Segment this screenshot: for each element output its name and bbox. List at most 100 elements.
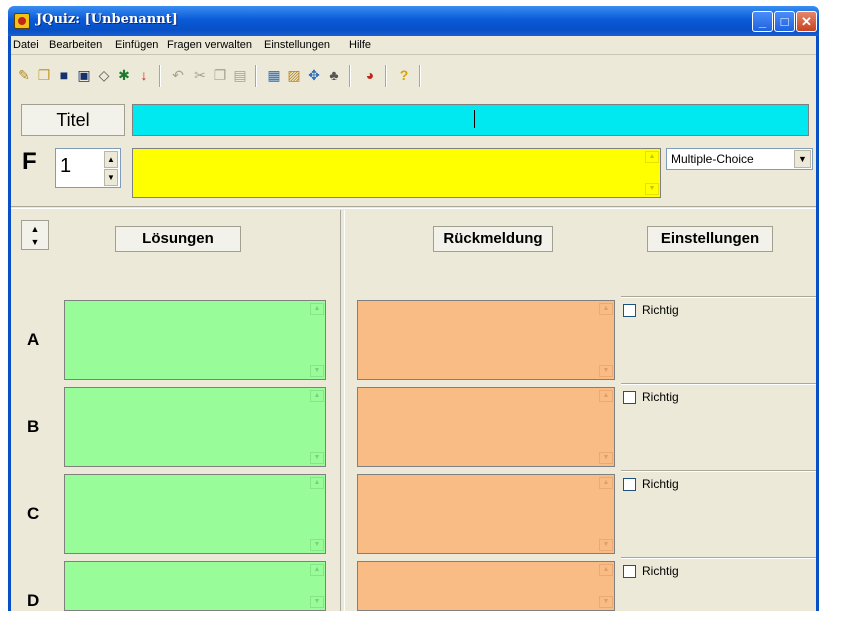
title-button[interactable]: Titel [21, 104, 125, 136]
scroll-up-icon[interactable]: ▲ [310, 564, 324, 576]
scroll-down-icon[interactable]: ▼ [599, 452, 613, 464]
eraser-icon[interactable]: ◇ [95, 66, 113, 84]
chevron-down-icon[interactable]: ▼ [794, 150, 811, 168]
toolbar: ✎ ❒ ■ ▣ ◇ ✱ ↓ ↶ ✂ ❐ ▤ ▦ ▨ ✥ ♣ ◕ ? [11, 57, 816, 97]
question-number-value: 1 [60, 155, 72, 177]
toolbar-separator [419, 65, 421, 87]
answers-panel: ▲ ▼ Lösungen A ▲ ▼ B ▲ ▼ C ▲ ▼ D ▲ ▼ Rüc… [11, 210, 816, 611]
question-label: F [22, 148, 37, 175]
correct-a-label: Richtig [642, 303, 679, 317]
solution-c-field[interactable]: ▲ ▼ [64, 474, 326, 554]
undo-icon[interactable]: ↶ [169, 66, 187, 84]
toolbar-separator [159, 65, 161, 87]
copy-icon[interactable]: ❐ [211, 66, 229, 84]
palette-icon[interactable]: ◕ [361, 66, 379, 84]
correct-a-checkbox[interactable] [623, 304, 636, 317]
feedback-b-field[interactable]: ▲ ▼ [357, 387, 615, 467]
scroll-down-icon[interactable]: ▼ [310, 539, 324, 551]
save-as-icon[interactable]: ▣ [75, 66, 93, 84]
row-separator [621, 383, 816, 385]
spin-up-button[interactable]: ▲ [104, 151, 118, 168]
spin-down-button[interactable]: ▼ [104, 169, 118, 186]
cut-icon[interactable]: ✂ [191, 66, 209, 84]
solutions-header-button[interactable]: Lösungen [115, 226, 241, 252]
question-type-select[interactable]: Multiple-Choice ▼ [666, 148, 813, 170]
scroll-up-icon[interactable]: ▲ [599, 303, 613, 315]
scroll-up-icon[interactable]: ▲ [310, 390, 324, 402]
scroll-down-icon[interactable]: ▼ [645, 183, 659, 195]
menu-fragen-verwalten[interactable]: Fragen verwalten [167, 39, 252, 51]
settings-header-button[interactable]: Einstellungen [647, 226, 773, 252]
title-input[interactable] [132, 104, 809, 136]
answer-letter-c: C [27, 504, 40, 523]
menu-datei[interactable]: Datei [13, 39, 39, 51]
row-separator [621, 557, 816, 559]
maximize-button[interactable]: □ [774, 11, 795, 32]
scroll-down-icon[interactable]: ▼ [599, 596, 613, 608]
answer-letter-b: B [27, 417, 40, 436]
answer-letter-a: A [27, 330, 40, 349]
help-icon[interactable]: ? [395, 66, 413, 84]
scroll-up-icon[interactable]: ▲ [645, 151, 659, 163]
export-icon[interactable]: ✱ [115, 66, 133, 84]
question-text-field[interactable]: ▲ ▼ [132, 148, 661, 198]
correct-b-checkbox[interactable] [623, 391, 636, 404]
solutions-column: ▲ ▼ Lösungen A ▲ ▼ B ▲ ▼ C ▲ ▼ D ▲ ▼ [11, 210, 341, 611]
jquiz-window: JQuiz: [Unbenannt] _ □ ✕ Datei Bearbeite… [0, 0, 841, 617]
export-page-icon[interactable]: ▨ [285, 66, 303, 84]
feedback-d-field[interactable]: ▲ ▼ [357, 561, 615, 611]
down-arrow-icon[interactable]: ↓ [135, 66, 153, 84]
solution-a-field[interactable]: ▲ ▼ [64, 300, 326, 380]
scroll-up-icon[interactable]: ▲ [599, 477, 613, 489]
menu-bar: Datei Bearbeiten Einfügen Fragen verwalt… [11, 36, 816, 55]
scroll-down-icon[interactable]: ▼ [310, 596, 324, 608]
minimize-button[interactable]: _ [752, 11, 773, 32]
web-page-icon[interactable]: ▦ [265, 66, 283, 84]
scroll-up-icon[interactable]: ▲ [310, 303, 324, 315]
correct-d-checkbox[interactable] [623, 565, 636, 578]
main-frame: Datei Bearbeiten Einfügen Fragen verwalt… [8, 36, 819, 611]
open-folder-icon[interactable]: ❒ [35, 66, 53, 84]
menu-einstellungen[interactable]: Einstellungen [264, 39, 330, 51]
correct-b-label: Richtig [642, 390, 679, 404]
save-icon[interactable]: ■ [55, 66, 73, 84]
section-divider [11, 206, 816, 209]
scroll-down-icon[interactable]: ▼ [599, 539, 613, 551]
title-bar[interactable]: JQuiz: [Unbenannt] _ □ ✕ [8, 6, 819, 36]
feedback-column: Rückmeldung Einstellungen ▲ ▼ Richtig ▲ … [344, 210, 816, 611]
feedback-header-button[interactable]: Rückmeldung [433, 226, 553, 252]
sort-answers-button[interactable]: ▲ ▼ [21, 220, 49, 250]
row-separator [621, 470, 816, 472]
solution-b-field[interactable]: ▲ ▼ [64, 387, 326, 467]
row-separator [621, 296, 816, 298]
paste-icon[interactable]: ▤ [231, 66, 249, 84]
menu-hilfe[interactable]: Hilfe [349, 39, 371, 51]
correct-c-checkbox[interactable] [623, 478, 636, 491]
scroll-up-icon[interactable]: ▲ [599, 564, 613, 576]
feedback-a-field[interactable]: ▲ ▼ [357, 300, 615, 380]
scroll-up-icon[interactable]: ▲ [310, 477, 324, 489]
window-title: JQuiz: [Unbenannt] [36, 12, 178, 27]
close-button[interactable]: ✕ [796, 11, 817, 32]
menu-einfuegen[interactable]: Einfügen [115, 39, 158, 51]
toolbar-separator [349, 65, 351, 87]
feedback-c-field[interactable]: ▲ ▼ [357, 474, 615, 554]
solution-d-field[interactable]: ▲ ▼ [64, 561, 326, 611]
menu-bearbeiten[interactable]: Bearbeiten [49, 39, 102, 51]
correct-c-label: Richtig [642, 477, 679, 491]
drag-drop-icon[interactable]: ✥ [305, 66, 323, 84]
question-type-value: Multiple-Choice [671, 152, 754, 166]
scroll-up-icon[interactable]: ▲ [599, 390, 613, 402]
toolbar-separator [385, 65, 387, 87]
new-file-icon[interactable]: ✎ [15, 66, 33, 84]
correct-d-label: Richtig [642, 564, 679, 578]
question-number-spinner[interactable]: 1 ▲ ▼ [55, 148, 121, 188]
text-caret [474, 110, 475, 128]
answer-letter-d: D [27, 591, 40, 610]
scroll-down-icon[interactable]: ▼ [599, 365, 613, 377]
hot-potatoes-icon[interactable]: ♣ [325, 66, 343, 84]
scroll-down-icon[interactable]: ▼ [310, 452, 324, 464]
app-icon[interactable] [14, 13, 30, 29]
toolbar-separator [255, 65, 257, 87]
scroll-down-icon[interactable]: ▼ [310, 365, 324, 377]
